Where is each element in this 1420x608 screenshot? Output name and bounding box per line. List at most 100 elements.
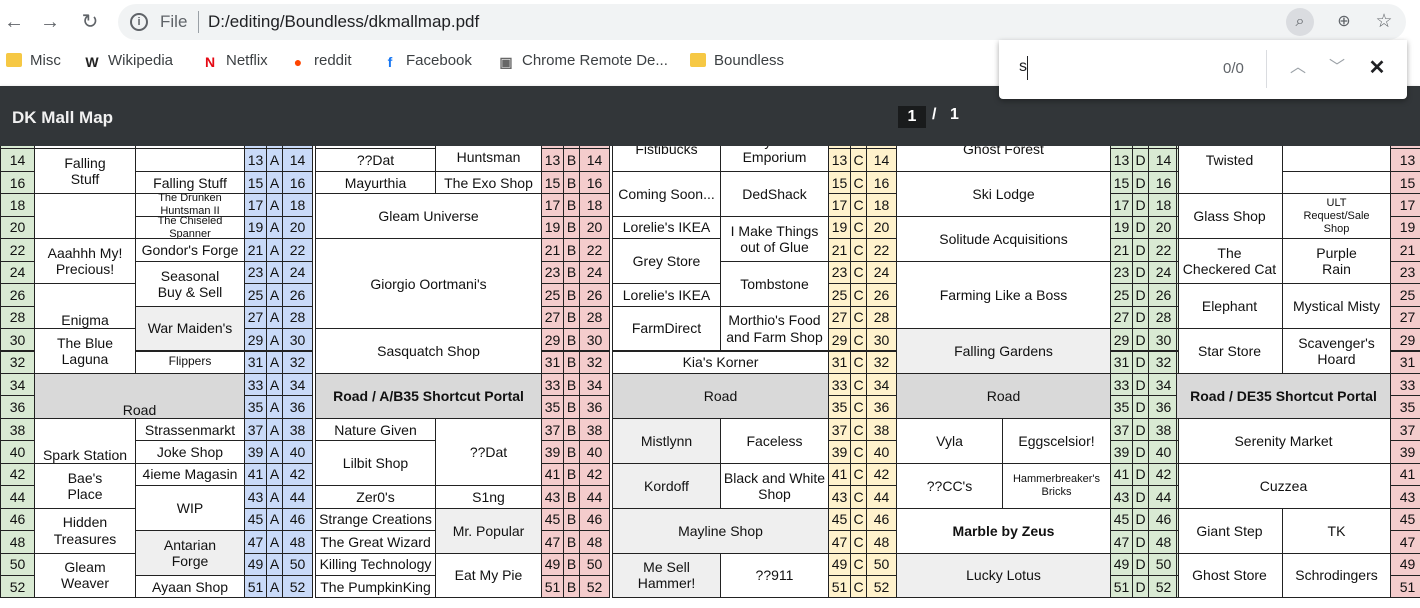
- url-path[interactable]: D:/editing/Boundless/dkmallmap.pdf: [208, 12, 479, 32]
- shop-dedshack: DedShack: [720, 170, 829, 217]
- row-number-left: 20: [0, 215, 35, 240]
- corridor-number: 40: [1148, 440, 1179, 464]
- shop-mayurthia: Mayurthia: [315, 170, 436, 195]
- corridor-number: 42: [282, 462, 313, 487]
- corridor-letter: C: [850, 305, 867, 330]
- shop-strassenmarkt: Strassenmarkt: [135, 417, 245, 442]
- close-icon[interactable]: ✕: [1363, 54, 1391, 82]
- bookmark-chrome-remote-de[interactable]: ▣ Chrome Remote De...: [498, 52, 668, 72]
- shop-the-chiseled-spanner: The Chiseled Spanner: [135, 215, 245, 240]
- corridor-number: 37: [244, 417, 267, 442]
- row-number-left: 40: [0, 440, 35, 464]
- shop-war-maiden-s: War Maiden's: [135, 305, 245, 352]
- corridor-number: 17: [1110, 193, 1133, 217]
- row-number-right: 51: [1390, 575, 1420, 599]
- corridor-number: 19: [244, 215, 267, 240]
- back-button[interactable]: ←: [0, 8, 28, 36]
- corridor-number: 45: [541, 507, 564, 532]
- shop-the-drunken-huntsman-ii: The Drunken Huntsman II: [135, 193, 245, 217]
- page-number-input[interactable]: 1: [898, 106, 926, 128]
- pdf-viewport[interactable]: 1214161820222426283032343638404244464850…: [0, 146, 1420, 608]
- corridor-number: 47: [1110, 530, 1133, 554]
- corridor-number: 22: [282, 238, 313, 262]
- shop-the-silk-road: The Silk Road: [1282, 146, 1391, 172]
- corridor-number: 35: [828, 395, 851, 419]
- address-bar[interactable]: i File D:/editing/Boundless/dkmallmap.pd…: [118, 4, 1406, 40]
- corridor-number: 26: [579, 283, 610, 307]
- corridor-number: 34: [1148, 372, 1179, 397]
- find-divider: [1266, 50, 1267, 88]
- corridor-number: 17: [828, 193, 851, 217]
- bookmark-netflix[interactable]: N Netflix: [202, 52, 268, 72]
- corridor-letter: C: [850, 148, 867, 172]
- row-number-right: 41: [1390, 462, 1420, 487]
- shop-cuzzea: Cuzzea: [1176, 462, 1391, 509]
- row-number-left: 30: [0, 328, 35, 352]
- corridor-number: 51: [244, 575, 267, 599]
- shop-hidden-treasures: Hidden Treasures: [34, 507, 136, 554]
- zoom-icon[interactable]: ⊕: [1330, 8, 1358, 36]
- corridor-number: 19: [541, 215, 564, 240]
- corridor-number: 34: [866, 372, 897, 397]
- bookmark-facebook[interactable]: f Facebook: [382, 52, 472, 72]
- row-number-right: 47: [1390, 530, 1420, 554]
- mall-map: 1214161820222426283032343638404244464850…: [0, 146, 1420, 608]
- corridor-number: 32: [1148, 350, 1179, 374]
- bookmark-wikipedia[interactable]: W Wikipedia: [84, 52, 173, 72]
- reload-button[interactable]: ↻: [76, 8, 104, 36]
- row-number-left: 36: [0, 395, 35, 419]
- shop-enigma: Enigma: [34, 283, 136, 330]
- shop-glass-shop: Glass Shop: [1176, 193, 1283, 240]
- corridor-letter: B: [563, 462, 580, 487]
- corridor-number: 25: [828, 283, 851, 307]
- corridor-letter: D: [1132, 193, 1149, 217]
- shop-twisted: Twisted: [1176, 146, 1283, 195]
- corridor-number: 35: [541, 395, 564, 419]
- corridor-number: 25: [541, 283, 564, 307]
- chevron-up-icon[interactable]: ︿: [1284, 54, 1312, 82]
- corridor-number: 31: [244, 350, 267, 374]
- corridor-number: 50: [866, 552, 897, 576]
- corridor-number: 48: [1148, 530, 1179, 554]
- corridor-letter: B: [563, 170, 580, 195]
- corridor-letter: D: [1132, 372, 1149, 397]
- corridor-letter: D: [1132, 395, 1149, 419]
- row-number-left: 24: [0, 260, 35, 285]
- corridor-number: 25: [244, 283, 267, 307]
- bookmark-star-icon[interactable]: ☆: [1370, 8, 1398, 36]
- corridor-number: 36: [282, 395, 313, 419]
- corridor-letter: A: [266, 350, 283, 374]
- corridor-number: 32: [579, 350, 610, 374]
- url-separator: [198, 11, 199, 33]
- chevron-down-icon[interactable]: ﹀: [1323, 54, 1351, 82]
- corridor-letter: C: [850, 260, 867, 285]
- corridor-number: 40: [579, 440, 610, 464]
- corridor-number: 28: [579, 305, 610, 330]
- find-input[interactable]: s: [1019, 58, 1027, 76]
- shop-sasquatch-shop: Sasquatch Shop: [315, 328, 542, 374]
- row-number-left: 42: [0, 462, 35, 487]
- page-separator: /: [932, 106, 937, 123]
- shop-flippers: Flippers: [135, 350, 245, 374]
- bookmark-boundless[interactable]: Boundless: [690, 52, 784, 72]
- shop-road: Road: [612, 372, 829, 419]
- corridor-number: 17: [244, 193, 267, 217]
- lens-icon[interactable]: ⌕: [1286, 8, 1314, 36]
- bookmark-misc[interactable]: Misc: [6, 52, 61, 72]
- corridor-letter: B: [563, 238, 580, 262]
- shop-vyla: Vyla: [896, 417, 1003, 464]
- shop-farmdirect: FarmDirect: [612, 305, 721, 352]
- corridor-letter: B: [563, 283, 580, 307]
- forward-button[interactable]: →: [36, 8, 64, 36]
- corridor-letter: C: [850, 462, 867, 487]
- shop-serenity-market: Serenity Market: [1176, 417, 1391, 464]
- bookmark-reddit[interactable]: ● reddit: [290, 52, 352, 72]
- info-icon[interactable]: i: [130, 13, 148, 31]
- corridor-letter: B: [563, 305, 580, 330]
- corridor-number: 34: [579, 372, 610, 397]
- corridor-number: 16: [866, 170, 897, 195]
- corridor-letter: C: [850, 552, 867, 576]
- shop-cc-s: ??CC's: [896, 462, 1003, 509]
- corridor-letter: A: [266, 170, 283, 195]
- shop-purple-rain: Purple Rain: [1282, 238, 1391, 285]
